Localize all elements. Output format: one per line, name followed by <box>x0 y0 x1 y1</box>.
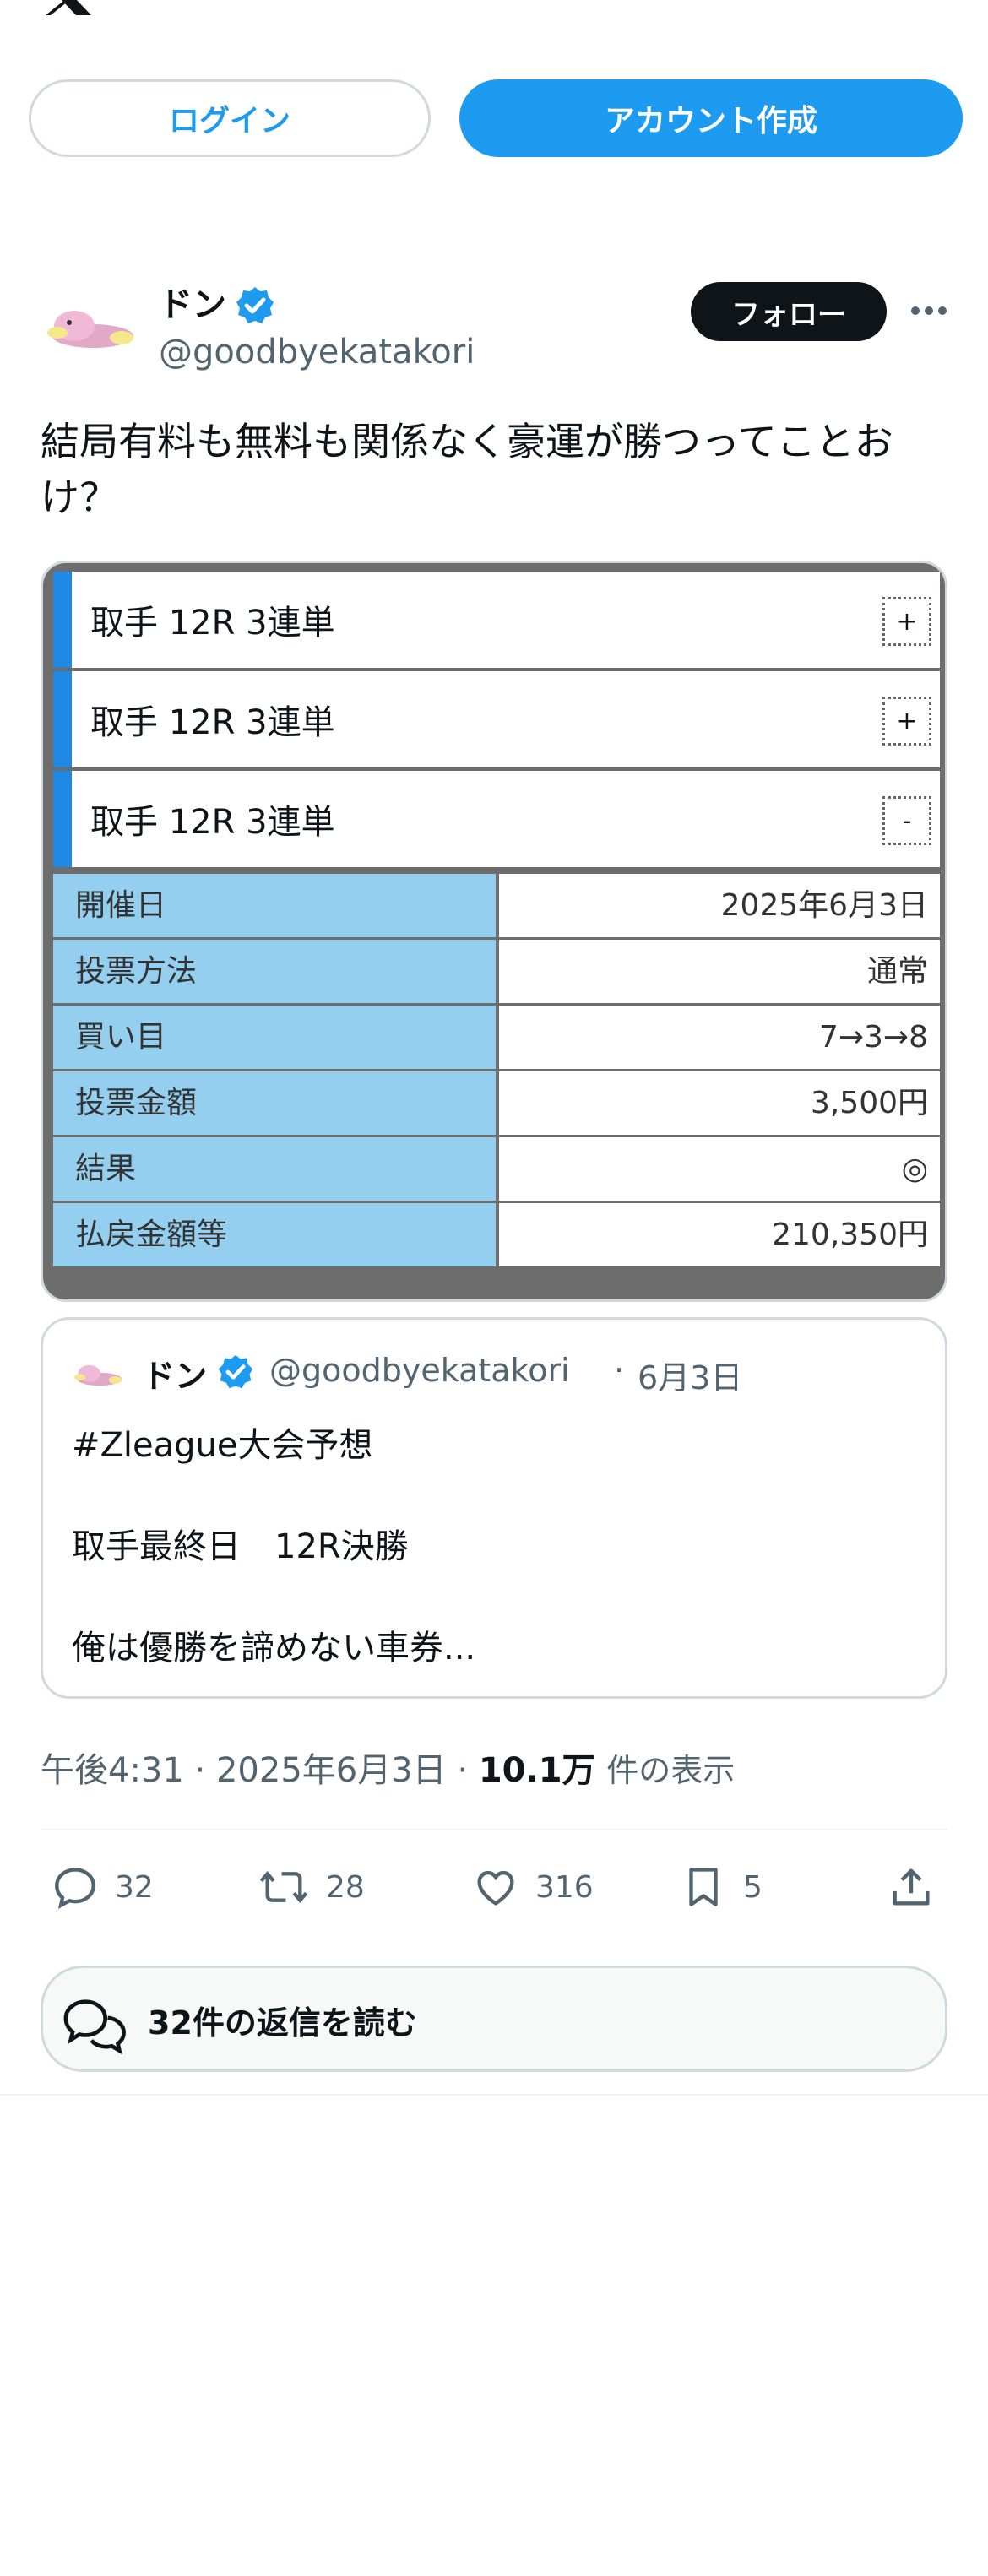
detail-key: 開催日 <box>53 874 496 937</box>
detail-key: 結果 <box>53 1137 496 1201</box>
reply-button[interactable]: 32 <box>51 1863 154 1912</box>
x-logo-icon[interactable] <box>41 0 95 15</box>
author-name[interactable]: ドン <box>159 277 226 326</box>
detail-value: 7→3→8 <box>499 1006 940 1069</box>
detail-value: 3,500円 <box>499 1071 940 1135</box>
more-icon[interactable] <box>909 301 949 321</box>
like-button[interactable]: 316 <box>471 1863 594 1912</box>
heart-icon <box>477 1870 514 1906</box>
quote-author-name: ドン <box>143 1358 208 1395</box>
dot-separator: · <box>194 1751 216 1790</box>
detail-row: 投票方法 通常 <box>53 940 940 1003</box>
repost-icon <box>259 1870 308 1904</box>
verified-badge-icon <box>236 287 274 323</box>
quote-line: #Zleague大会予想 <box>72 1426 373 1465</box>
detail-row: 買い目 7→3→8 <box>53 1006 940 1069</box>
quote-author-handle: @goodbyekatakori <box>269 1352 570 1389</box>
detail-value: 210,350円 <box>499 1203 940 1266</box>
expand-toggle: + <box>882 697 931 746</box>
signup-button[interactable]: アカウント作成 <box>459 79 963 157</box>
detail-row: 投票金額 3,500円 <box>53 1071 940 1135</box>
follow-button[interactable]: フォロー <box>691 282 887 341</box>
repost-count: 28 <box>326 1869 365 1905</box>
read-replies-label: 32件の返信を読む <box>148 2004 417 2042</box>
bookmark-button[interactable]: 5 <box>679 1863 763 1912</box>
replies-bubble-icon <box>63 1999 126 2054</box>
tweet-text: 結局有料も無料も関係なく豪運が勝つってことおけ？ <box>41 419 893 520</box>
dot-separator: · <box>457 1751 479 1790</box>
views-label: 件の表示 <box>606 1752 736 1789</box>
views-count: 10.1万 <box>478 1751 596 1790</box>
detail-key: 買い目 <box>53 1006 496 1069</box>
detail-row: 開催日 2025年6月3日 <box>53 874 940 937</box>
expand-toggle: + <box>882 597 931 646</box>
quote-line: 取手最終日 12R決勝 <box>72 1527 409 1566</box>
share-icon <box>893 1868 930 1906</box>
detail-value: 2025年6月3日 <box>499 874 940 937</box>
quote-line: 俺は優勝を諦めない車券... <box>72 1629 476 1668</box>
detail-row: 払戻金額等 210,350円 <box>53 1203 940 1266</box>
detail-key: 投票金額 <box>53 1071 496 1135</box>
detail-key: 投票方法 <box>53 940 496 1003</box>
race-row[interactable]: 取手 12R 3連単 + <box>53 671 940 767</box>
tweet-date[interactable]: 2025年6月3日 <box>216 1751 447 1790</box>
tweet-meta: 午後4:31 · 2025年6月3日 · 10.1万 件の表示 <box>41 1743 735 1792</box>
author-handle[interactable]: @goodbyekatakori <box>159 333 475 371</box>
avatar[interactable] <box>41 296 137 363</box>
reply-icon <box>55 1868 95 1909</box>
detail-key: 払戻金額等 <box>53 1203 496 1266</box>
race-row[interactable]: 取手 12R 3連単 + <box>53 572 940 668</box>
detail-value: ◎ <box>499 1137 940 1201</box>
race-label: 取手 12R 3連単 <box>90 803 335 842</box>
divider <box>41 1829 947 1830</box>
quote-avatar <box>74 1364 122 1386</box>
like-count: 316 <box>535 1869 594 1905</box>
bookmark-count: 5 <box>743 1869 763 1905</box>
verified-badge-icon <box>218 1354 253 1389</box>
dot-separator: · <box>614 1352 625 1389</box>
race-label: 取手 12R 3連単 <box>90 604 335 643</box>
detail-value: 通常 <box>499 940 940 1003</box>
bookmark-icon <box>689 1868 718 1906</box>
quote-date: 6月3日 <box>638 1359 743 1396</box>
read-replies-button[interactable]: 32件の返信を読む <box>41 1966 947 2072</box>
reply-count: 32 <box>115 1869 154 1905</box>
repost-button[interactable]: 28 <box>257 1863 365 1912</box>
share-button[interactable] <box>887 1863 951 1912</box>
race-row[interactable]: 取手 12R 3連単 - <box>53 771 940 867</box>
login-button[interactable]: ログイン <box>29 79 431 157</box>
collapse-toggle: - <box>882 796 931 845</box>
bottom-divider <box>0 2094 988 2096</box>
detail-row: 結果 ◎ <box>53 1137 940 1201</box>
quoted-tweet[interactable]: ドン @goodbyekatakori · 6月3日 #Zleague大会予想 … <box>41 1317 947 1699</box>
race-label: 取手 12R 3連単 <box>90 703 335 742</box>
bet-screenshot-image[interactable]: 取手 12R 3連単 + 取手 12R 3連単 + 取手 12R 3連単 - 開… <box>41 561 947 1302</box>
tweet-time[interactable]: 午後4:31 <box>41 1751 184 1790</box>
